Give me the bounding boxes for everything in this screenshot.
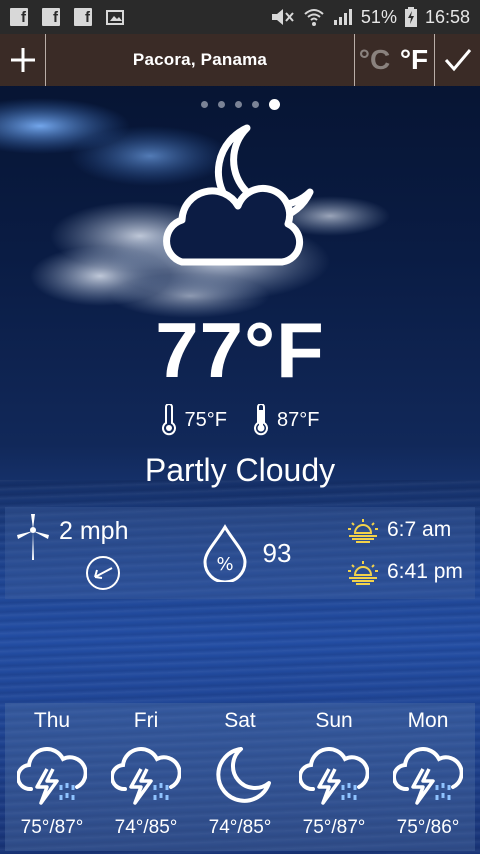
sunrise-time: 6:7 am — [387, 518, 452, 541]
forecast-panel: Thu 75°/87° Fri 74°/85° Sat 74°/85° Sun … — [5, 703, 475, 851]
sunset-icon — [348, 561, 378, 585]
battery-charging-icon — [404, 7, 417, 27]
sunrise-icon — [348, 519, 378, 543]
image-notification-icon — [106, 10, 124, 25]
low-temperature-value: 75°F — [184, 408, 227, 431]
moon-icon — [216, 747, 271, 803]
sunset: 6:41 pm — [347, 559, 463, 585]
sunset-time: 6:41 pm — [387, 560, 463, 583]
forecast-day-name: Mon — [407, 709, 449, 732]
thunderstorm-icon — [299, 747, 369, 805]
facebook-icon: f — [42, 8, 60, 26]
wind-speed: 2 mph — [59, 517, 129, 545]
sun-times: 6:7 am 6:41 pm — [347, 507, 475, 599]
condition-text: Partly Cloudy — [144, 452, 336, 488]
humidity-value: 93 — [262, 537, 292, 568]
thunderstorm-icon — [17, 747, 87, 805]
thermometer-low-icon — [161, 404, 176, 436]
check-icon — [444, 49, 471, 72]
partly-cloudy-night-icon — [163, 124, 314, 266]
mute-icon — [271, 9, 294, 25]
forecast-day-name: Fri — [133, 709, 159, 732]
low-temperature: 75°F — [161, 404, 227, 436]
app-bar: Pacora, Panama °C °F — [0, 34, 480, 86]
page-dot[interactable] — [217, 101, 225, 108]
signal-icon — [333, 9, 352, 25]
location-title[interactable]: Pacora, Panama — [46, 50, 354, 70]
forecast-range: 74°/85° — [114, 817, 178, 838]
wifi-icon — [304, 9, 324, 26]
page-dot[interactable] — [251, 101, 259, 108]
thunderstorm-icon — [111, 747, 181, 805]
clock: 16:58 — [424, 6, 470, 27]
page-dot[interactable] — [200, 101, 208, 108]
facebook-icon: f — [10, 8, 28, 26]
sunrise: 6:7 am — [347, 517, 451, 543]
thunderstorm-icon — [393, 747, 463, 805]
min-max-temperatures: 75°F 87°F — [0, 404, 480, 436]
thermometer-high-icon — [254, 404, 268, 436]
forecast-day[interactable]: Mon 75°/86° — [381, 703, 475, 851]
forecast-day[interactable]: Sun 75°/87° — [287, 703, 381, 851]
forecast-range: 75°/86° — [396, 817, 460, 838]
forecast-range: 75°/87° — [302, 817, 366, 838]
plus-icon — [10, 48, 35, 72]
forecast-day[interactable]: Thu 75°/87° — [5, 703, 99, 851]
forecast-day-name: Sat — [224, 709, 256, 732]
svg-text:%: % — [216, 554, 233, 575]
humidity-info: % 93 — [155, 524, 347, 582]
page-dot-active[interactable] — [268, 99, 280, 110]
forecast-range: 75°/87° — [20, 817, 84, 838]
forecast-range: 74°/85° — [208, 817, 272, 838]
facebook-icon: f — [74, 8, 92, 26]
status-bar: f f f 51% 16:58 — [0, 0, 480, 34]
details-panel: 2 mph % 93 6:7 am 6:41 pm — [5, 507, 475, 599]
battery-percent: 51% — [360, 6, 397, 27]
page-dot[interactable] — [234, 101, 242, 108]
wind-info: 2 mph — [5, 507, 155, 599]
forecast-day[interactable]: Sat 74°/85° — [193, 703, 287, 851]
forecast-day-name: Sun — [315, 709, 353, 732]
forecast-day-name: Thu — [33, 709, 71, 732]
humidity-drop-icon: % — [203, 524, 247, 582]
wind-direction-arrow-icon — [86, 556, 120, 590]
page-indicator — [0, 99, 480, 110]
high-temperature-value: 87°F — [277, 408, 320, 431]
wind-turbine-icon — [17, 514, 49, 560]
current-temperature: 77°F — [155, 306, 325, 394]
add-location-button[interactable] — [0, 34, 46, 86]
celsius-toggle[interactable]: °C — [354, 34, 394, 86]
high-temperature: 87°F — [253, 404, 319, 436]
confirm-button[interactable] — [434, 34, 480, 86]
fahrenheit-toggle[interactable]: °F — [394, 34, 434, 86]
forecast-day[interactable]: Fri 74°/85° — [99, 703, 193, 851]
